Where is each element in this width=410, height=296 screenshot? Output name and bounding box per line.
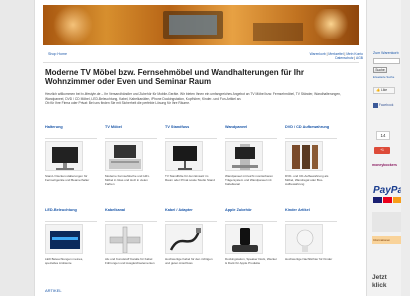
category-halterung[interactable]: Halterung Stand-/ Decken-Halterungen für… [45,125,97,182]
share-count: 14 [376,131,390,140]
category-title[interactable]: Apple Zubehör [225,208,277,221]
search-input[interactable] [373,58,400,64]
facebook-icon [373,102,378,108]
category-dvd-cd[interactable]: DVD / CD Aufbewahrung DVD- und CD-Aufbew… [285,125,337,186]
paypal-logo: PayPal [372,182,406,206]
category-led[interactable]: LED-Beleuchtung LED Beleuchtungen meines… [45,208,97,265]
thumbs-up-icon: 👍 [376,88,381,92]
category-description: Hochwertige Kabel für den richtigen und … [165,257,213,265]
sidebar-warenkorb-link[interactable]: Zum Warenkorb [373,51,399,55]
category-title[interactable]: Kinder Artikel [285,208,337,221]
link-agb[interactable]: AGB [356,56,363,60]
link-mein-konto[interactable]: Mein Konto [346,52,363,56]
divider [225,221,277,222]
divider [45,221,97,222]
divider [285,138,337,139]
category-tv-moebel[interactable]: TV Möbel Moderne Fernsehtische und HiFi-… [105,125,157,186]
tv-bracket-icon[interactable] [45,141,83,171]
category-title[interactable]: Kabel / Adapter [165,208,217,221]
header-banner [43,5,359,45]
divider [285,221,337,222]
category-title[interactable]: Kabelkanal [105,208,157,221]
category-kabel-adapter[interactable]: Kabel / Adapter Hochwertige Kabel für de… [165,208,217,265]
breadcrumb-home[interactable]: Shop Home [48,52,67,56]
jetzt-klick-banner[interactable]: Jetzt klick [372,274,402,290]
search-button[interactable]: Suche [373,67,387,73]
article-section-label: ARTIKEL [45,288,62,293]
divider [225,138,277,139]
category-description: LED Beleuchtungen meines, spezielles Amb… [45,257,84,265]
link-datenschutz[interactable]: Datenschutz [335,56,353,60]
page-background-left [0,0,34,296]
dvd-rack-icon[interactable] [285,141,323,171]
kids-light-icon[interactable] [285,224,323,254]
category-kinder-artikel[interactable]: Kinder Artikel Hochwertige Nachtlichter … [285,208,337,261]
category-wandpaneel[interactable]: Wandpaneel Wandpaneel mit leicht montier… [225,125,277,186]
category-description: Alu und Kunststoff Kanäle für Kabel Führ… [105,257,155,265]
divider [105,138,157,139]
category-description: Dockingstation, Speaker Dock, Wecker & D… [225,257,277,265]
category-description: DVD- und CD-Aufbewahrung als Möbel, Wand… [285,174,329,186]
divider [105,221,157,222]
facebook-label: Facebook [378,103,394,107]
divider [165,221,217,222]
link-warenkorb[interactable]: Warenkorb [310,52,326,56]
apple-dock-icon[interactable] [225,224,263,254]
category-tv-standfuss[interactable]: TV Standfuss TV Standfüße für den Einsat… [165,125,217,182]
cable-icon[interactable] [165,224,203,254]
intro-paragraph: Ob für Ihre Firma oder Privat: Bei uns f… [45,101,190,106]
led-light-icon[interactable] [45,224,83,254]
tv-cabinet-icon[interactable] [105,141,143,171]
page-background-right [401,0,410,296]
category-apple-zubehoer[interactable]: Apple Zubehör Dockingstation, Speaker Do… [225,208,277,265]
category-description: Wandpaneel mit leicht montierbaren Träge… [225,174,273,186]
category-title[interactable]: DVD / CD Aufbewahrung [285,125,337,138]
category-title[interactable]: TV Möbel [105,125,157,138]
category-description: Moderne Fernsehtische und HiFi-Möbel in … [105,174,150,186]
facebook-link[interactable]: Facebook [373,102,401,109]
intro-paragraph: Herzlich willkommen bei tv-lifestyle.de … [45,92,341,101]
shop-page: Shop Home Warenkorb | Merkzettel | Mein … [34,0,367,296]
divider [45,138,97,139]
paypal-text: PayPal [373,185,402,196]
category-kabelkanal[interactable]: Kabelkanal Alu und Kunststoff Kanäle für… [105,208,157,265]
sidebar-ad-banner[interactable]: Informationen [372,236,402,244]
intro-text: Herzlich willkommen bei tv-lifestyle.de … [45,92,355,106]
divider [165,138,217,139]
link-merkzettel[interactable]: Merkzettel [328,52,343,56]
cable-channel-icon[interactable] [105,224,143,254]
breadcrumb[interactable]: Shop Home [48,52,67,56]
category-description: TV Standfüße für den Einsatz im Raum ode… [165,174,215,182]
category-title[interactable]: Wandpaneel [225,125,277,138]
advanced-search-link[interactable]: Erweiterte Suche [373,75,394,79]
category-description: Stand-/ Decken-Halterungen für Fernsehge… [45,174,90,182]
facebook-like-button[interactable]: 👍 Like [373,87,395,94]
sidebar: Zum Warenkorb Suche Erweiterte Suche 👍 L… [370,0,406,296]
category-title[interactable]: TV Standfuss [165,125,217,138]
category-title[interactable]: Halterung [45,125,97,138]
sidebar-placeholder-box [372,212,402,232]
category-description: Hochwertige Nachtlichter für Kinder [285,257,333,261]
moneybookers-logo: moneybookers [372,163,397,167]
top-links: Warenkorb | Merkzettel | Mein Konto Date… [309,52,363,61]
like-label: Like [381,88,388,92]
tv-stand-icon[interactable] [165,141,203,171]
category-title[interactable]: LED-Beleuchtung [45,208,97,221]
wall-panel-icon[interactable] [225,141,263,171]
divider [43,62,359,63]
google-plus-button[interactable]: +1 [374,147,390,154]
page-title: Moderne TV Möbel bzw. Fernsehmöbel und W… [45,68,304,87]
